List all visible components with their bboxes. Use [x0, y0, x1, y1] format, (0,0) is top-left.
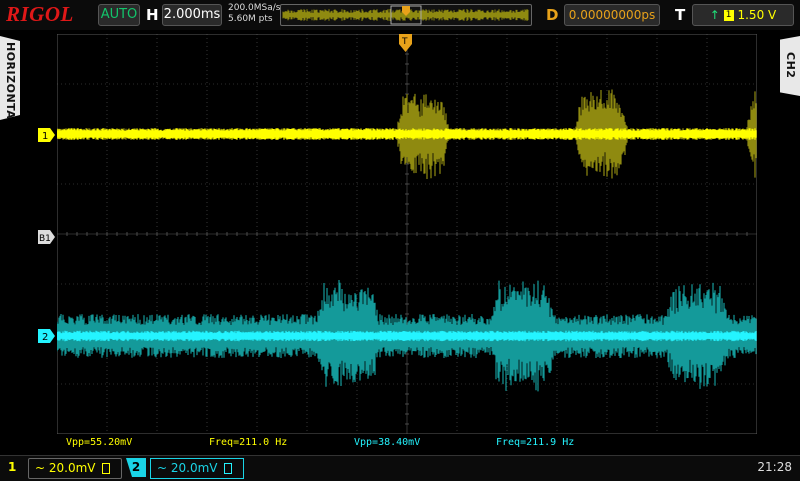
memory-position-bar[interactable] [280, 4, 532, 26]
ch1-scale: ~ 20.0mV [35, 461, 96, 475]
sample-rate: 200.0MSa/s [228, 3, 281, 13]
channel1-source-icon: 1 [723, 10, 734, 21]
delay-label: D [546, 6, 559, 24]
ch2-offset-marker[interactable]: 2 [38, 329, 56, 343]
ch2-scale: ~ 20.0mV [157, 461, 218, 475]
ch2-freq-measurement: Freq=211.9 Hz [496, 437, 575, 448]
ch2-coupling-icon [224, 463, 233, 474]
rigol-logo: RIGOL [6, 2, 74, 26]
memory-waveform-preview [282, 5, 529, 25]
memory-depth: 5.60M pts [228, 14, 273, 24]
clock: 21:28 [757, 460, 792, 474]
ch1-coupling-icon [102, 463, 111, 474]
trigger-marker-label: T [401, 37, 408, 47]
trigger-label: T [675, 6, 686, 24]
ch1-offset-marker[interactable]: 1 [38, 128, 56, 142]
ch1-button[interactable]: 1 [8, 458, 16, 477]
ch1-vpp-measurement: Vpp=55.20mV [66, 437, 133, 448]
run-status-button[interactable]: AUTO [98, 4, 140, 26]
ch1-freq-measurement: Freq=211.0 Hz [209, 437, 288, 448]
waveform-display[interactable] [57, 34, 757, 434]
rising-edge-icon: ↑ [709, 8, 720, 22]
ch2-marker-label: 2 [42, 332, 48, 343]
acquisition-info: 200.0MSa/s 5.60M pts [228, 3, 280, 25]
ch2-menu-tab[interactable]: CH2 [780, 36, 800, 96]
timebase-value[interactable]: 2.000ms [162, 4, 222, 26]
ch1-scale-box[interactable]: ~ 20.0mV [28, 458, 122, 479]
ch1-marker-label: 1 [42, 131, 48, 142]
math-marker-label: B1 [39, 234, 51, 244]
horizontal-tab-label: HORIZONTAL [4, 42, 17, 127]
trigger-settings[interactable]: ↑ 1 1.50 V [692, 4, 794, 26]
horizontal-label: H [146, 6, 159, 24]
trigger-level: 1.50 V [737, 8, 777, 22]
math-marker[interactable]: B1 [38, 230, 56, 244]
trigger-position-marker[interactable]: T [399, 34, 413, 54]
horizontal-menu-tab[interactable]: HORIZONTAL [0, 36, 20, 120]
ch2-scale-box[interactable]: ~ 20.0mV [150, 458, 244, 479]
delay-value[interactable]: 0.00000000ps [564, 4, 660, 26]
ch2-tab-label: CH2 [784, 52, 797, 79]
ch2-vpp-measurement: Vpp=38.40mV [354, 437, 421, 448]
